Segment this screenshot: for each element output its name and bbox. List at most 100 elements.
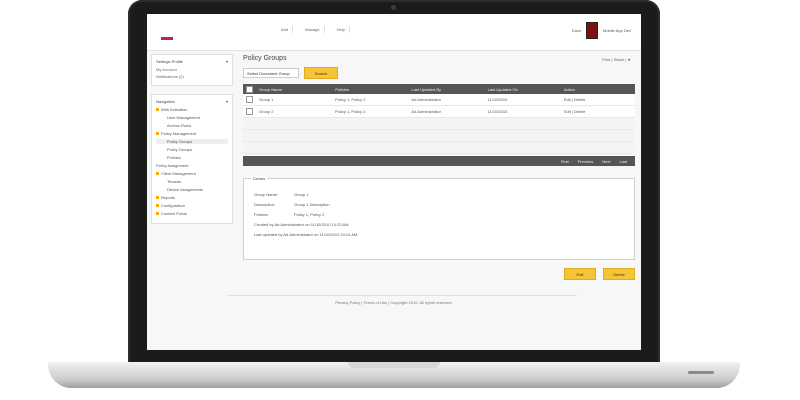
footer-divider (227, 295, 577, 296)
laptop-notch (348, 362, 440, 368)
cell-updated-on: 11/10/2010 (487, 109, 508, 114)
sidebar-item-label: Configuration (161, 203, 185, 208)
nav-help[interactable]: Help (333, 26, 350, 33)
page-title: Policy Groups (243, 55, 287, 62)
delete-button[interactable]: Delete (603, 268, 635, 280)
sidebar-item-label: User Management (167, 115, 200, 120)
group-select[interactable]: Select Document Group (243, 68, 299, 78)
sidebar-item[interactable]: Client Management (156, 171, 228, 176)
empty-row (243, 118, 635, 130)
sidebar-item-label: Tenants (167, 179, 182, 184)
sidebar-item[interactable]: Web Activation (156, 107, 228, 112)
bullet-icon (156, 212, 159, 215)
pagination-first[interactable]: First (561, 159, 569, 164)
header-last-updated-on: Last Updated On (487, 86, 518, 92)
header-last-updated-by: Last Updated By (411, 86, 441, 92)
bullet-icon (156, 196, 159, 199)
sidebar-item[interactable]: Policy Groups (156, 139, 228, 144)
select-all-checkbox[interactable] (243, 85, 254, 93)
cell-action[interactable]: Edit | Delete (559, 97, 635, 102)
header-group-name: Group Name (259, 86, 282, 92)
pagination-last[interactable]: Last (619, 159, 627, 164)
sidebar-item-label: Policy Assignment (156, 163, 189, 168)
sidebar-item-label: Policy Management (161, 131, 197, 136)
sidebar-item[interactable]: Policy Groups (156, 147, 228, 152)
sidebar-item[interactable]: Content Portal (156, 211, 228, 216)
navigation-box: Navigation ▾ Web Activation User Manageme… (151, 94, 233, 224)
sidebar-item[interactable]: User Management (156, 115, 228, 120)
edit-button[interactable]: Edit (564, 268, 596, 280)
sidebar-item[interactable]: Policies (156, 155, 228, 160)
profile-link-account[interactable]: My Account (156, 67, 228, 72)
table-row[interactable]: Group 2 Policy 1, Policy 2 Ad.Administra… (243, 106, 635, 118)
nav-add[interactable]: Add (277, 26, 294, 33)
user-name[interactable]: Mobile App Dev (603, 28, 631, 33)
sidebar-item[interactable]: Policy Assignment (156, 163, 228, 168)
pagination: First Previous Next Last (243, 156, 635, 166)
cell-group-name: Group 1 (259, 97, 274, 102)
sidebar-item-label: Device Assignments (167, 187, 204, 192)
header-policies: Policies (335, 86, 349, 92)
action-buttons: Edit Delete (243, 268, 635, 280)
bullet-icon (156, 172, 159, 175)
laptop-lid: Add Manage Help Docs Mobile App Dev Sett… (128, 0, 660, 365)
collapse-icon[interactable]: ▾ (226, 99, 228, 104)
sidebar-item-label: Policy Groups (167, 147, 192, 152)
top-navigation: Add Manage Help (277, 26, 350, 33)
pagination-next[interactable]: Next (602, 159, 610, 164)
avatar[interactable] (585, 22, 598, 39)
page-tools[interactable]: Print | Share | ★ (602, 57, 631, 62)
bullet-icon (156, 204, 159, 207)
empty-row (243, 142, 635, 154)
laptop-base (48, 362, 740, 388)
details-panel: Details Group Name: Group 1 Description:… (243, 176, 635, 260)
sidebar-item-label: Web Activation (161, 107, 188, 112)
detail-description: Description: Group 1 Description (254, 202, 330, 207)
table-header: Group Name Policies Last Updated By Last… (243, 84, 635, 94)
main-content: Policy Groups Print | Share | ★ Select D… (243, 54, 635, 280)
camera (391, 5, 396, 10)
sidebar-item-label: Policies (167, 155, 181, 160)
checkbox-icon[interactable] (246, 85, 253, 93)
screen: Add Manage Help Docs Mobile App Dev Sett… (147, 14, 641, 350)
detail-created: Created by Ad.Administrator on 11/10/201… (254, 222, 349, 227)
sidebar-item-label: Access Rules (167, 123, 192, 128)
navigation-title: Navigation ▾ (156, 99, 228, 104)
logo (161, 37, 173, 40)
sidebar-item-label: Reports (161, 195, 176, 200)
profile-box: Settings Profile ▾ My Account Notificati… (151, 54, 233, 86)
table-row[interactable]: Group 1 Policy 1, Policy 2 Ad.Administra… (243, 94, 635, 106)
sidebar-item[interactable]: Tenants (156, 179, 228, 184)
row-checkbox[interactable] (243, 96, 254, 103)
sidebar-item[interactable]: Policy Management (156, 131, 228, 136)
laptop-foot (688, 371, 714, 374)
sidebar-item-label: Policy Groups (167, 139, 192, 144)
detail-policies: Policies: Policy 1, Policy 2 (254, 212, 325, 217)
profile-link-notifications[interactable]: Notifications (2) (156, 74, 228, 79)
sidebar-item-label: Client Management (161, 171, 196, 176)
search-button[interactable]: Search (304, 67, 338, 79)
row-checkbox[interactable] (243, 108, 254, 115)
collapse-icon[interactable]: ▾ (226, 59, 228, 64)
sidebar-item[interactable]: Device Assignments (156, 187, 228, 192)
pagination-previous[interactable]: Previous (578, 159, 594, 164)
nav-manage[interactable]: Manage (301, 26, 325, 33)
filter-controls: Select Document Group Search (243, 67, 635, 79)
cell-updated-on: 11/10/2010 (487, 97, 508, 102)
docs-menu[interactable]: Docs (572, 28, 581, 33)
footer: Privacy Policy | Terms of Use | Copyrigh… (335, 300, 453, 305)
checkbox-icon[interactable] (246, 108, 253, 115)
sidebar-item[interactable]: Reports (156, 195, 228, 200)
cell-policies: Policy 1, Policy 2 (335, 97, 366, 102)
detail-group-name: Group Name: Group 1 (254, 192, 309, 197)
header-action: Action (563, 86, 575, 92)
checkbox-icon[interactable] (246, 96, 253, 103)
sidebar-item[interactable]: Configuration (156, 203, 228, 208)
empty-row (243, 130, 635, 142)
left-sidebar: Settings Profile ▾ My Account Notificati… (151, 54, 233, 232)
navigation-list: Web Activation User Management Access Rule… (156, 107, 228, 216)
bullet-icon (156, 108, 159, 111)
cell-action[interactable]: Edit | Delete (559, 109, 635, 114)
cell-policies: Policy 1, Policy 2 (335, 109, 366, 114)
sidebar-item[interactable]: Access Rules (156, 123, 228, 128)
